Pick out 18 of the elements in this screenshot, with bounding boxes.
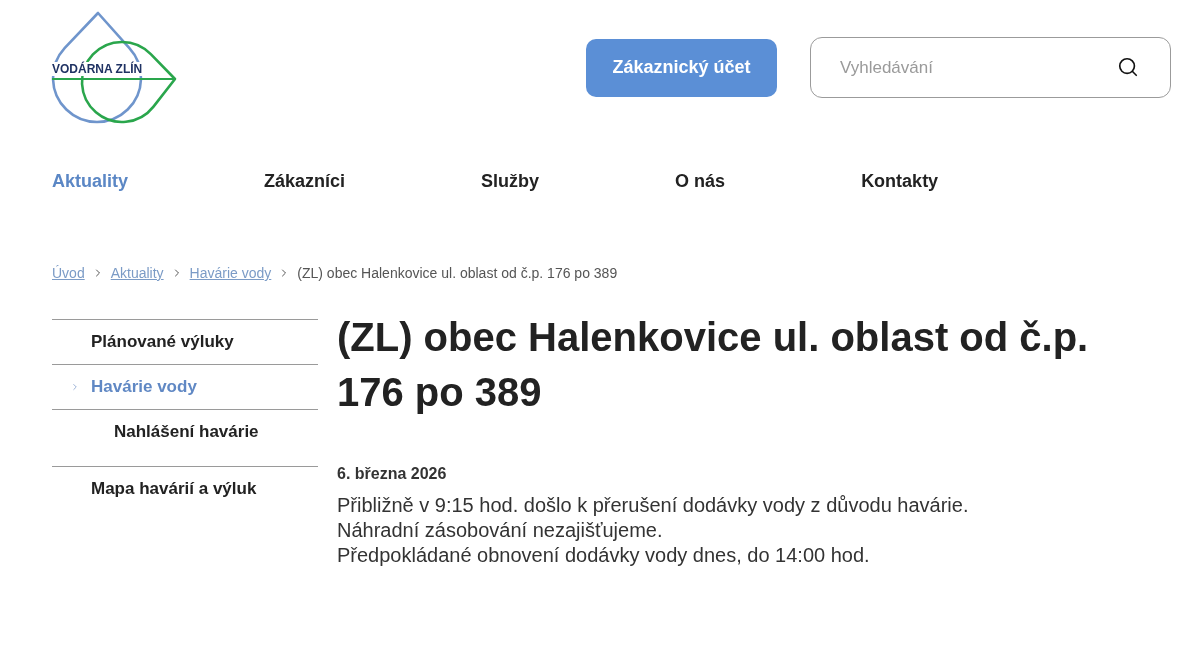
sidebar-link[interactable]: Plánované výluky (91, 330, 234, 354)
article-text: Náhradní zásobování nezajišťujeme. (337, 518, 664, 543)
article-date: 6. března 2026 (337, 464, 448, 484)
nav-link[interactable]: O nás (675, 169, 726, 193)
sidebar-link[interactable]: Mapa havárií a výluk (91, 477, 257, 501)
nav-link[interactable]: Zákazníci (264, 169, 346, 193)
nav-link[interactable]: Aktuality (52, 169, 129, 193)
nav-link[interactable]: Kontakty (861, 169, 939, 193)
sidebar-link[interactable]: Nahlášení havárie (114, 420, 259, 444)
article-text: Přibližně v 9:15 hod. došlo k přerušení dodávky vody z důvodu havárie. (337, 493, 970, 518)
logo-text: VODÁRNA ZLÍN (51, 62, 144, 76)
article-text: Předpokládané obnovení dodávky vody dnes, do 14:00 hod. (337, 543, 871, 568)
search-field[interactable]: Vyhledávání (810, 37, 1171, 98)
sidebar-link[interactable]: Havárie vody (91, 375, 197, 399)
article-title: (ZL) obec Halenkovice ul. oblast od č.p. 176 po 389 (337, 314, 1090, 416)
nav-link[interactable]: Služby (481, 169, 540, 193)
search-icon[interactable] (1117, 56, 1139, 78)
breadcrumb-current: (ZL) obec Halenkovice ul. oblast od č.p. 176 po 389 (297, 264, 618, 283)
